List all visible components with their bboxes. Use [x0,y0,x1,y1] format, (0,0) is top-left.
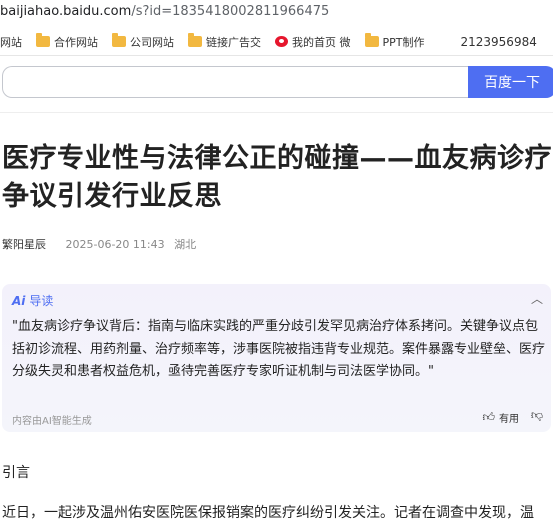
url-host: baijiahao.baidu.com [0,4,132,19]
thumbs-down-icon[interactable]: 👎︎ [531,408,543,423]
article-title: 医疗专业性与法律公正的碰撞——血友病诊疗争议引发行业反思 [2,143,552,212]
bookmark-label: 网站 [0,35,22,49]
article-paragraph: 近日，一起涉及温州佑安医院医保报销案的医疗纠纷引发关注。记者在调查中发现，温 [2,505,534,521]
ai-summary-text: "血友病诊疗争议背后：指南与临床实践的严重分歧引发罕见病治疗体系拷问。关键争议点… [12,319,546,379]
author-name[interactable]: 繁阳星辰 [2,238,46,251]
search-input[interactable] [2,66,470,98]
bookmark-label: 公司网站 [130,35,174,49]
bookmark-label: 链接广告交 [206,35,261,49]
bookmark-label: PPT制作 [382,35,425,49]
useful-button[interactable]: 👍︎ 有用 [482,410,519,425]
folder-icon [364,33,379,47]
bookmarks-bar: 网站 合作网站 公司网站 链接广告交 我的首页 微 PPT制作 21239569… [0,28,553,56]
address-bar[interactable]: baijiahao.baidu.com/s?id=183541800281196… [0,0,553,26]
weibo-icon [275,36,288,47]
ai-summary-header: Ai 导读 [12,292,53,309]
chevron-up-icon[interactable]: ︿ [531,290,543,307]
folder-icon [36,33,50,47]
ai-summary-footer: 内容由AI智能生成 [12,416,92,427]
bookmark-label: 合作网站 [54,35,98,49]
article-meta: 繁阳星辰 2025-06-20 11:43 湖北 [2,236,196,252]
ai-logo-icon: Ai [12,293,26,308]
bookmark-item[interactable]: 链接广告交 [188,33,261,50]
url-path: /s?id=1835418002811966475 [131,4,330,19]
divider [0,112,553,113]
folder-icon [112,33,126,47]
publish-date: 2025-06-20 11:43 [65,238,165,251]
ai-summary-label: 导读 [29,294,54,308]
bookmark-item[interactable]: 公司网站 [112,33,174,50]
search-button[interactable]: 百度一下 [468,66,553,98]
ai-summary-card: Ai 导读 ︿ "血友病诊疗争议背后：指南与临床实践的严重分歧引发罕见病治疗体系… [2,284,551,432]
useful-label: 有用 [499,414,519,425]
thumbs-up-icon: 👍︎ [482,410,495,424]
section-heading: 引言 [2,465,30,481]
bookmark-item[interactable]: 我的首页 微 [275,34,351,50]
bookmark-label: 我的首页 微 [292,35,351,49]
bookmark-item[interactable]: PPT制作 [364,33,425,50]
search-bar: 百度一下 [0,66,553,100]
bookmark-item[interactable]: 网站 [0,34,22,50]
folder-icon [188,33,202,47]
publish-location: 湖北 [174,238,197,251]
bookmark-phone-text: 2123956984 [460,34,537,49]
bookmark-item[interactable]: 合作网站 [36,33,98,50]
